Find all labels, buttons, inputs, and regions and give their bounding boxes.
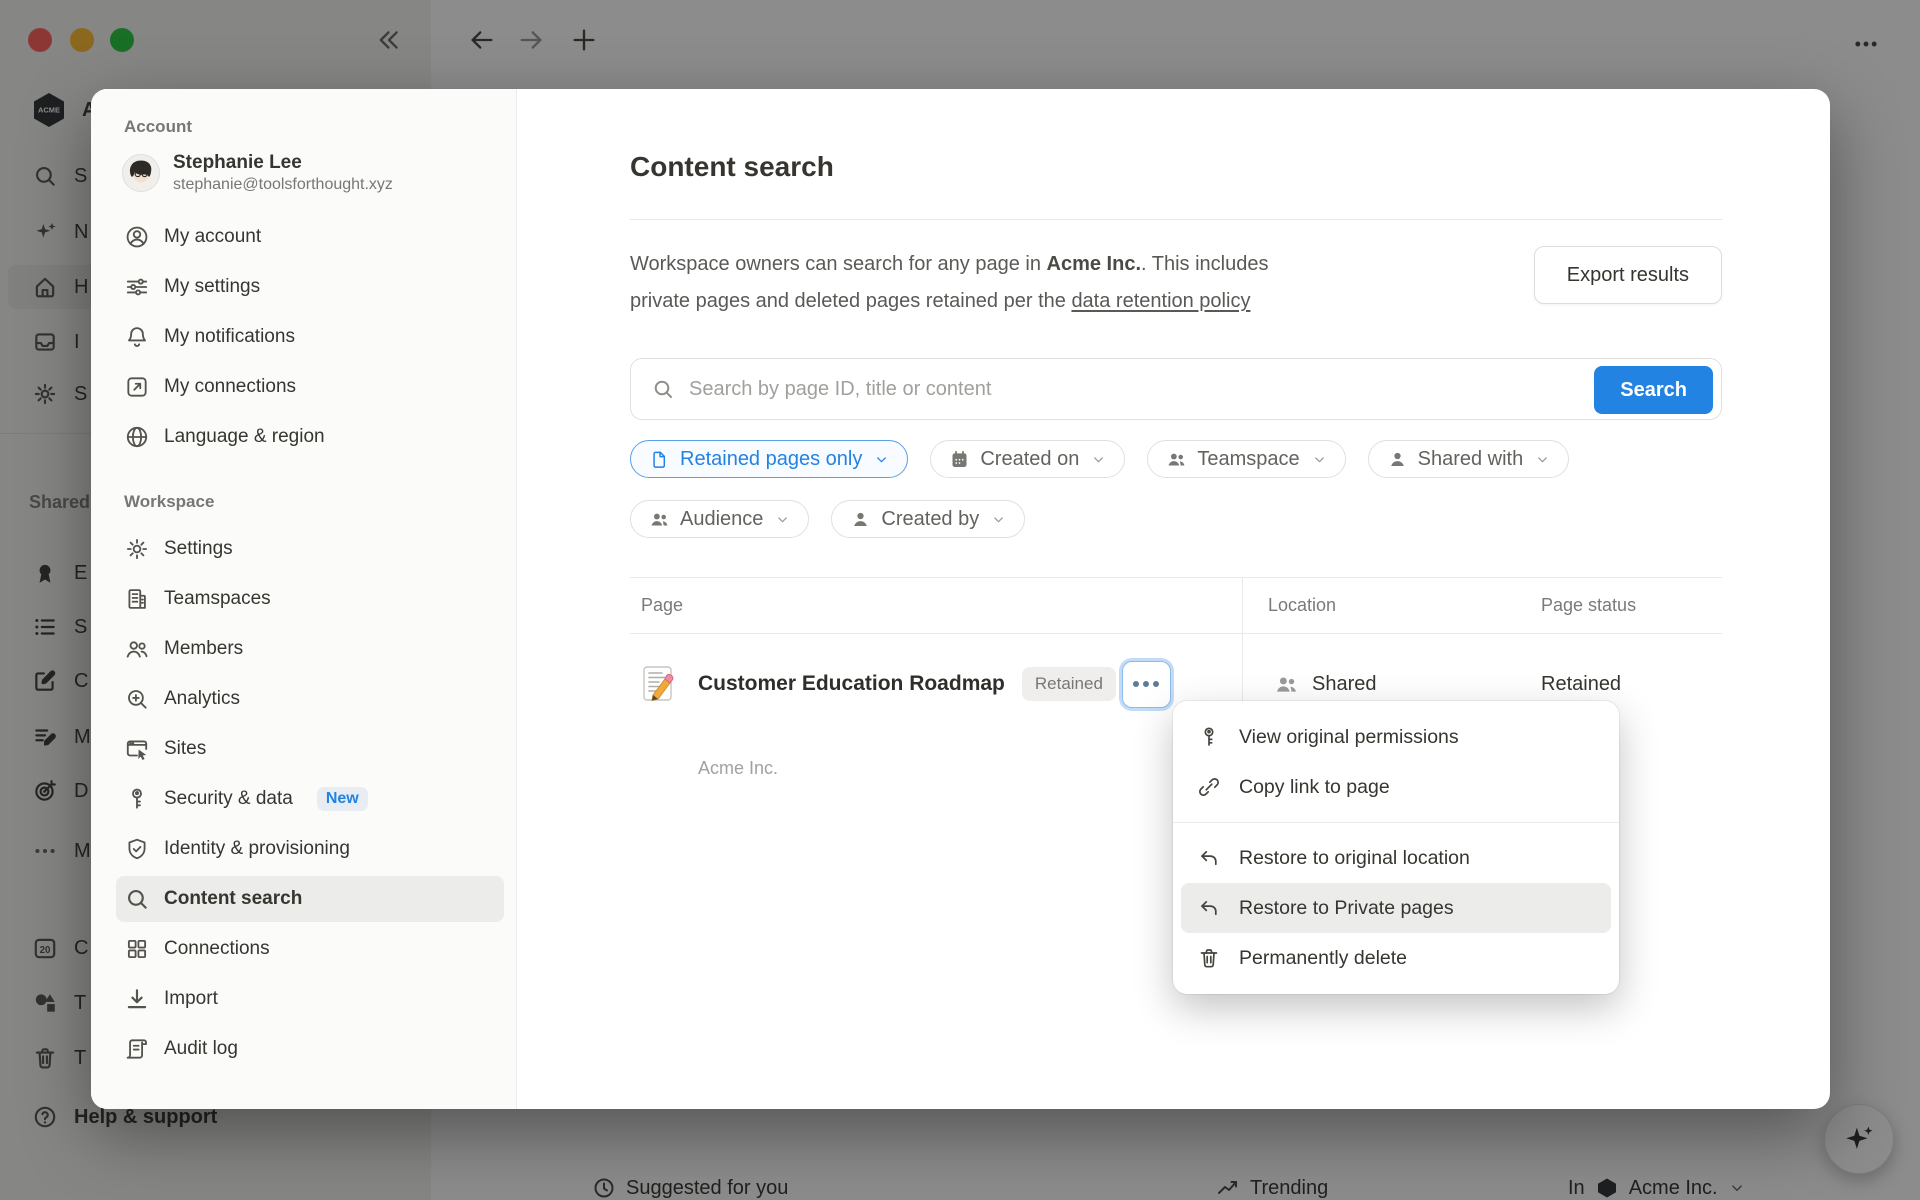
user-email: stephanie@toolsforthought.xyz [173,175,393,196]
new-badge: New [317,787,368,811]
menu-item-copy-link[interactable]: Copy link to page [1181,762,1611,812]
download-icon [124,986,150,1012]
avatar [122,154,160,192]
people-icon [649,509,670,530]
retained-badge: Retained [1022,667,1116,701]
filter-audience[interactable]: Audience [630,500,809,538]
memo-page-icon [641,665,675,703]
sidebar-item-my-notifications[interactable]: My notifications [116,314,504,360]
filter-teamspace[interactable]: Teamspace [1147,440,1345,478]
chevron-down-icon [1312,452,1327,467]
workspace-section-label: Workspace [124,492,504,512]
chevron-down-icon [1091,452,1106,467]
key-icon [124,786,150,812]
trash-icon [1197,946,1221,970]
location-cell: Shared [1242,672,1541,697]
account-section-label: Account [124,117,504,137]
header-divider [630,219,1722,220]
filter-shared-with[interactable]: Shared with [1368,440,1570,478]
page-title: Content search [630,149,1722,185]
undo-arrow-icon [1197,846,1221,870]
chevron-down-icon [775,512,790,527]
page-title-cell: Customer Education Roadmap [698,672,1005,696]
sidebar-item-audit-log[interactable]: Audit log [116,1026,504,1072]
filter-created-on[interactable]: Created on [930,440,1125,478]
column-header-page: Page [630,595,1242,616]
user-name: Stephanie Lee [173,151,393,175]
column-header-page-status: Page status [1541,595,1722,616]
sidebar-item-my-settings[interactable]: My settings [116,264,504,310]
menu-item-restore-original-location[interactable]: Restore to original location [1181,833,1611,883]
menu-item-permanently-delete[interactable]: Permanently delete [1181,933,1611,983]
column-header-location: Location [1242,595,1541,616]
account-user[interactable]: Stephanie Lee stephanie@toolsforthought.… [122,151,504,196]
search-input[interactable] [687,377,1721,402]
calendar-icon [949,449,970,470]
page-context-menu: View original permissions Copy link to p… [1173,701,1619,994]
sidebar-item-settings[interactable]: Settings [116,526,504,572]
page-subtitle: Acme Inc. [698,758,778,779]
filter-created-by[interactable]: Created by [831,500,1025,538]
data-retention-policy-link[interactable]: data retention policy [1071,290,1250,312]
globe-icon [124,424,150,450]
grid-icon [124,936,150,962]
table-header: Page Location Page status [630,578,1722,634]
sidebar-item-security-data[interactable]: Security & data New [116,776,504,822]
scroll-icon [124,1036,150,1062]
page-status-cell: Retained [1541,673,1722,696]
sidebar-item-identity-provisioning[interactable]: Identity & provisioning [116,826,504,872]
browser-cursor-icon [124,736,150,762]
person-icon [1387,449,1408,470]
chevron-down-icon [874,452,889,467]
row-more-button[interactable] [1122,661,1171,708]
sidebar-item-import[interactable]: Import [116,976,504,1022]
person-icon [850,509,871,530]
share-box-icon [124,374,150,400]
undo-arrow-icon [1197,896,1221,920]
sidebar-item-my-account[interactable]: My account [116,214,504,260]
sliders-icon [124,274,150,300]
bell-icon [124,324,150,350]
settings-sidebar: Account Stephanie Lee stephanie@toolsfor… [91,89,517,1109]
search-bar: Search [630,358,1722,420]
page-description: Workspace owners can search for any page… [630,246,1268,320]
chevron-down-icon [1535,452,1550,467]
people-icon [124,636,150,662]
page-cell[interactable]: Customer Education Roadmap Retained Acme… [630,661,1242,708]
menu-divider [1173,822,1619,823]
export-results-button[interactable]: Export results [1534,246,1722,304]
sidebar-item-connections[interactable]: Connections [116,926,504,972]
search-button[interactable]: Search [1594,366,1713,414]
menu-item-restore-private-pages[interactable]: Restore to Private pages [1181,883,1611,933]
search-icon [651,377,675,401]
sidebar-item-teamspaces[interactable]: Teamspaces [116,576,504,622]
people-icon [1166,449,1187,470]
person-circle-icon [124,224,150,250]
chevron-down-icon [991,512,1006,527]
sidebar-item-sites[interactable]: Sites [116,726,504,772]
sidebar-item-language-region[interactable]: Language & region [116,414,504,460]
page-icon [649,449,670,470]
shield-check-icon [124,836,150,862]
sidebar-item-members[interactable]: Members [116,626,504,672]
link-icon [1197,775,1221,799]
magnifier-plus-icon [124,686,150,712]
search-icon [124,886,150,912]
sidebar-item-content-search[interactable]: Content search [116,876,504,922]
key-icon [1197,725,1221,749]
people-icon [1274,672,1299,697]
sidebar-item-analytics[interactable]: Analytics [116,676,504,722]
menu-item-view-original-permissions[interactable]: View original permissions [1181,712,1611,762]
building-icon [124,586,150,612]
filter-retained-pages-only[interactable]: Retained pages only [630,440,908,478]
sidebar-item-my-connections[interactable]: My connections [116,364,504,410]
gear-icon [124,536,150,562]
